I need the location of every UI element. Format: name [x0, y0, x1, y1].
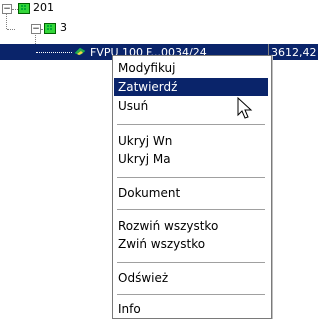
- context-menu: Modyfikuj Zatwierdź Usuń Ukryj Wn Ukryj …: [112, 55, 272, 319]
- folder-icon: [18, 3, 30, 14]
- tree-connector: [36, 52, 72, 53]
- menu-item-rozwin-wszystko[interactable]: Rozwiń wszystko: [114, 217, 268, 235]
- menu-separator: [117, 262, 265, 263]
- menu-item-zatwierdz[interactable]: Zatwierdź: [114, 78, 268, 96]
- collapse-icon[interactable]: −: [2, 4, 12, 14]
- menu-item-zwin-wszystko[interactable]: Zwiń wszystko: [114, 235, 268, 253]
- tree-node-label[interactable]: 3: [60, 21, 67, 34]
- folder-icon: [44, 23, 56, 34]
- tree-connector: [7, 29, 15, 30]
- menu-item-modyfikuj[interactable]: Modyfikuj: [114, 59, 268, 77]
- menu-item-ukryj-ma[interactable]: Ukryj Ma: [114, 150, 268, 168]
- document-icon: [74, 47, 86, 56]
- menu-separator: [117, 177, 265, 178]
- mouse-cursor-icon: [237, 97, 253, 119]
- menu-item-dokument[interactable]: Dokument: [114, 184, 268, 202]
- menu-item-ukryj-wn[interactable]: Ukryj Wn: [114, 132, 268, 150]
- menu-separator: [117, 294, 265, 295]
- menu-separator: [117, 124, 265, 125]
- menu-item-odswiez[interactable]: Odśwież: [114, 269, 268, 287]
- menu-item-info[interactable]: Info: [114, 300, 268, 318]
- collapse-icon[interactable]: −: [31, 24, 41, 34]
- tree-node-label[interactable]: 201: [33, 1, 54, 14]
- row-amount: 3612,42: [271, 46, 317, 59]
- menu-separator: [117, 209, 265, 210]
